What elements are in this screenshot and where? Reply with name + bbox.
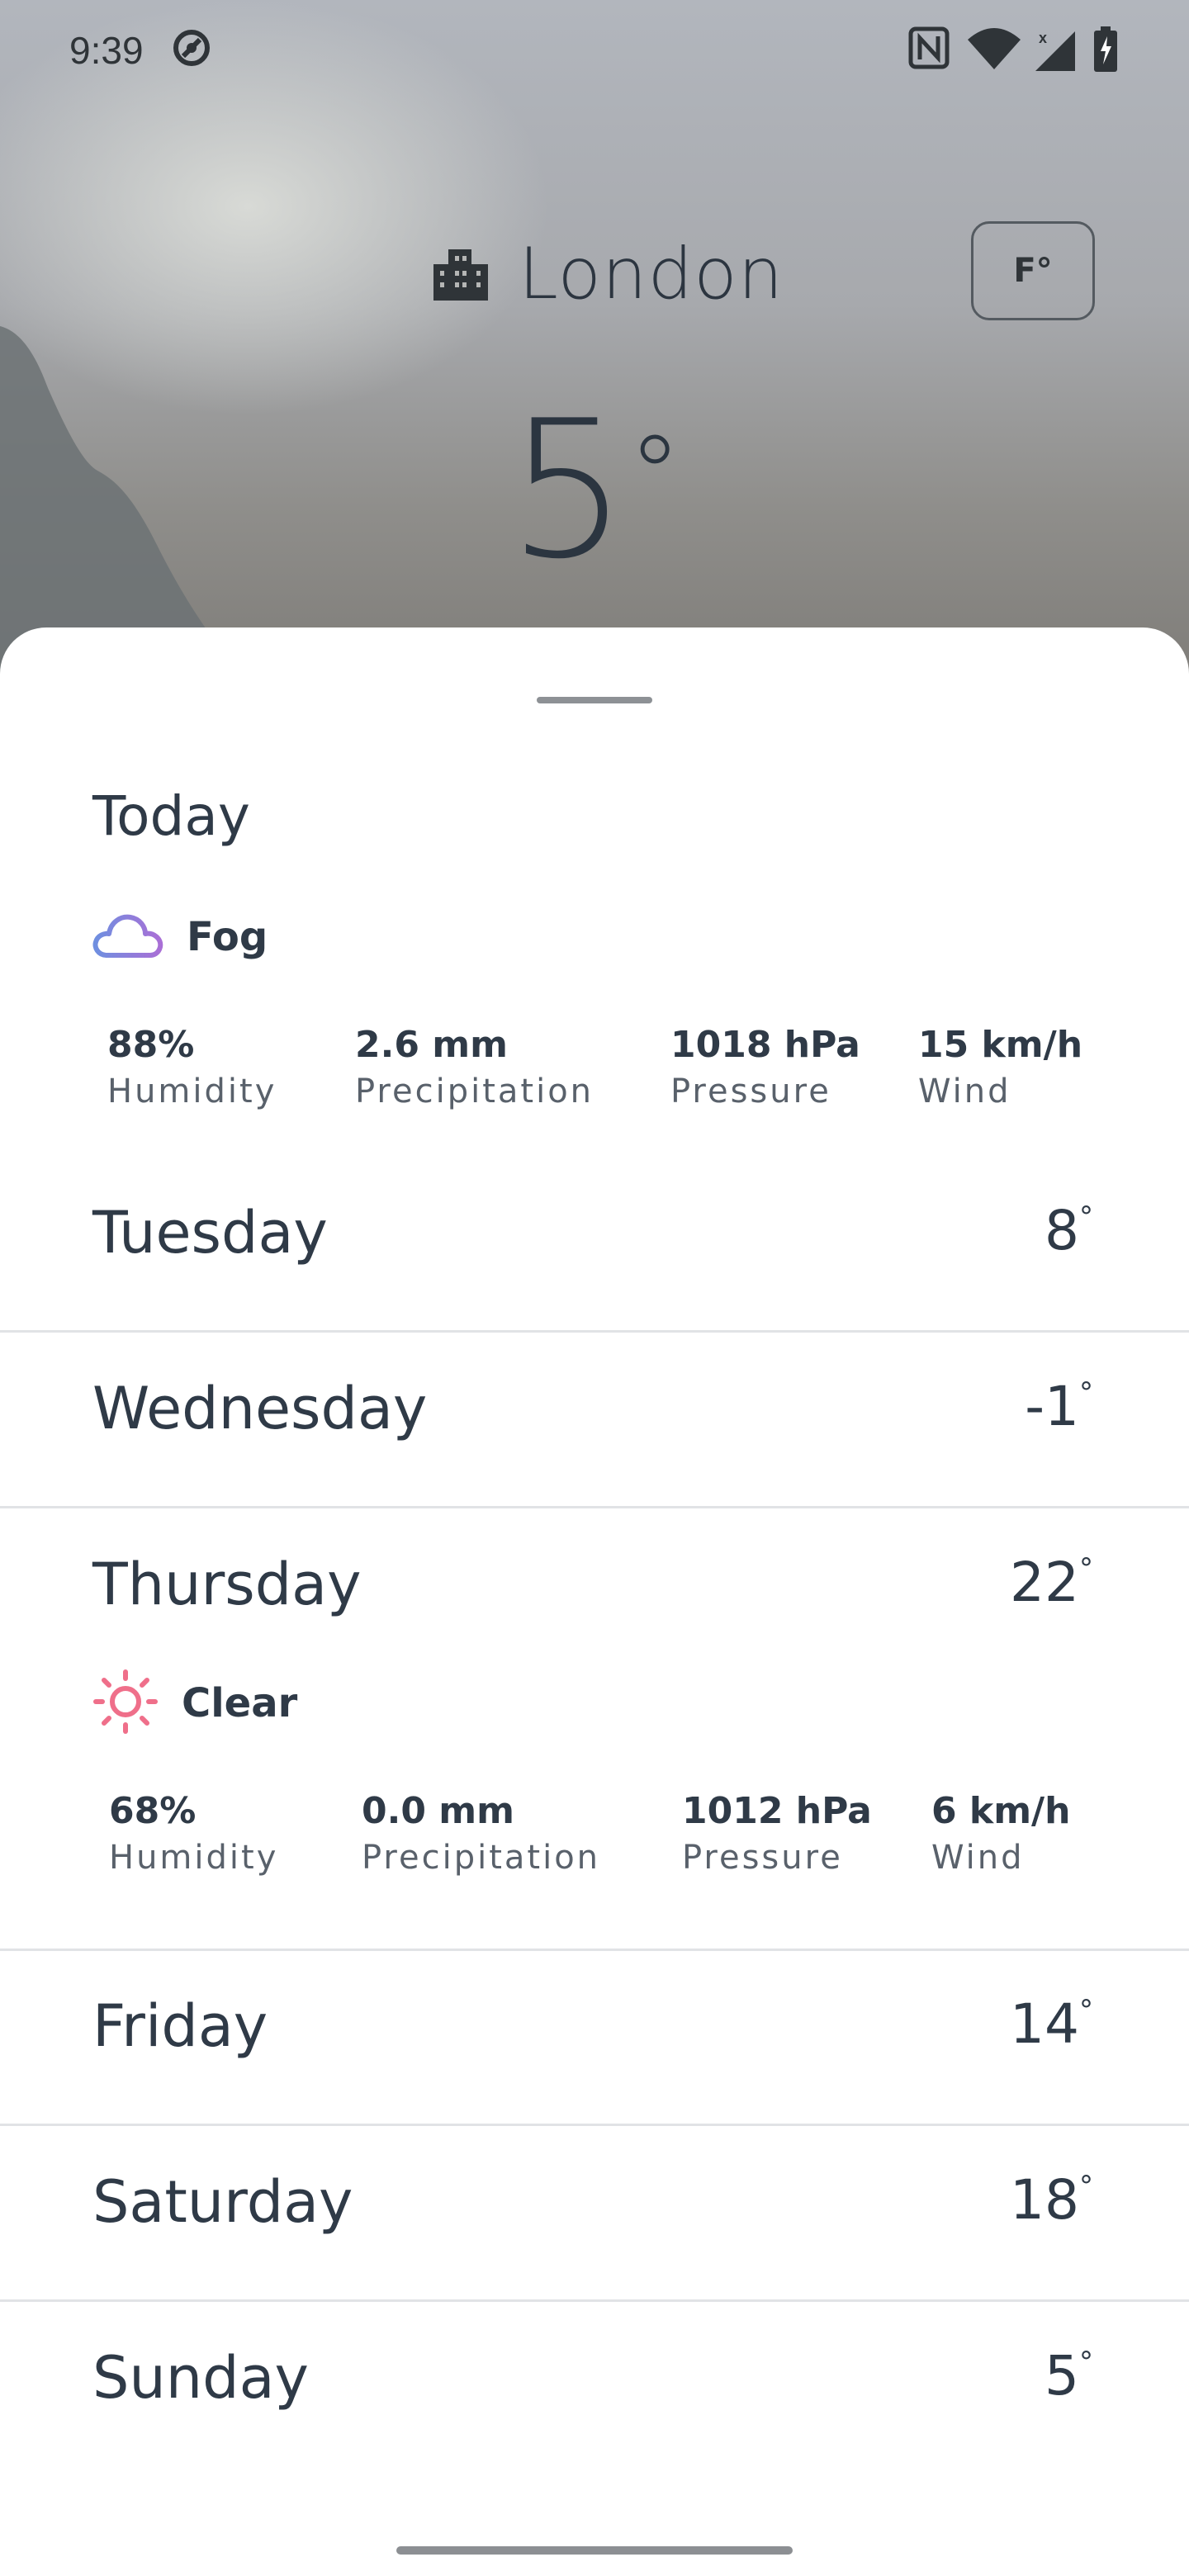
cloud-icon [92, 911, 163, 964]
stat-label: Pressure [682, 1839, 843, 1877]
today-pressure: 1018 hPa Pressure [670, 1024, 860, 1110]
stat-value: 2.6 mm [355, 1024, 508, 1066]
today-wind: 15 km/h Wind [918, 1024, 1082, 1110]
day-temperature: 5° [1045, 2344, 1093, 2408]
unit-toggle-button[interactable]: F° [971, 221, 1095, 320]
stat-label: Wind [918, 1073, 1011, 1110]
day-name: Sunday [92, 2344, 309, 2412]
sun-icon [92, 1669, 159, 1738]
today-title: Today [92, 784, 250, 848]
status-time: 9:39 [69, 29, 144, 72]
stat-label: Humidity [109, 1839, 279, 1877]
day-temperature: -1° [1025, 1375, 1093, 1438]
city-name: London [519, 233, 784, 315]
degree-symbol: ° [628, 412, 682, 537]
forecast-row-tuesday[interactable]: Tuesday 8° [0, 1158, 1189, 1333]
stat-label: Precipitation [355, 1073, 594, 1110]
thursday-pressure: 1012 hPa Pressure [682, 1790, 872, 1877]
signal-icon: x [1034, 28, 1077, 76]
forecast-sheet[interactable]: Today Fog 88% Humidity 2.6 mm Precipitat… [0, 627, 1189, 2576]
day-name: Friday [92, 1992, 268, 2060]
today-condition-label: Fog [187, 914, 268, 960]
day-name: Tuesday [92, 1199, 328, 1267]
sheet-drag-handle[interactable] [537, 697, 652, 703]
stat-value: 1012 hPa [682, 1790, 872, 1832]
today-humidity: 88% Humidity [107, 1024, 277, 1110]
stat-label: Humidity [107, 1073, 277, 1110]
nfc-icon [908, 26, 950, 73]
thursday-condition-label: Clear [182, 1680, 298, 1726]
day-temperature: 14° [1010, 1992, 1093, 2056]
stat-value: 1018 hPa [670, 1024, 860, 1066]
day-name: Saturday [92, 2168, 353, 2236]
status-bar: 9:39 x [0, 0, 1189, 107]
stat-value: 0.0 mm [362, 1790, 514, 1832]
day-temperature: 18° [1010, 2168, 1093, 2232]
city-buildings-icon [432, 243, 490, 304]
day-name: Thursday [92, 1551, 362, 1618]
forecast-row-thursday[interactable]: Thursday 22° Clear 68% Humidity 0.0 mm P… [0, 1509, 1189, 1951]
today-precipitation: 2.6 mm Precipitation [355, 1024, 594, 1110]
today-condition: Fog [92, 908, 268, 966]
current-temperature-value: 5 [507, 381, 628, 601]
thursday-wind: 6 km/h Wind [931, 1790, 1070, 1877]
stat-value: 6 km/h [931, 1790, 1071, 1832]
thursday-precipitation: 0.0 mm Precipitation [362, 1790, 600, 1877]
thursday-condition: Clear [92, 1669, 298, 1734]
at-sign-icon [170, 26, 213, 73]
forecast-row-sunday[interactable]: Sunday 5° [0, 2303, 1189, 2478]
stat-label: Precipitation [362, 1839, 601, 1877]
home-indicator[interactable] [396, 2546, 793, 2555]
stat-label: Wind [931, 1839, 1025, 1877]
battery-charging-icon [1093, 26, 1118, 76]
stat-value: 88% [107, 1024, 195, 1066]
day-temperature: 8° [1045, 1199, 1093, 1262]
stat-value: 68% [109, 1790, 197, 1832]
day-name: Wednesday [92, 1375, 428, 1442]
thursday-humidity: 68% Humidity [109, 1790, 278, 1877]
forecast-row-saturday[interactable]: Saturday 18° [0, 2127, 1189, 2302]
stat-label: Pressure [670, 1073, 831, 1110]
forecast-row-friday[interactable]: Friday 14° [0, 1951, 1189, 2126]
day-temperature: 22° [1010, 1551, 1093, 1614]
svg-text:x: x [1039, 30, 1047, 46]
wifi-icon [966, 26, 1022, 74]
current-temperature: 5° [0, 396, 1189, 586]
forecast-row-wednesday[interactable]: Wednesday -1° [0, 1333, 1189, 1508]
stat-value: 15 km/h [918, 1024, 1083, 1066]
